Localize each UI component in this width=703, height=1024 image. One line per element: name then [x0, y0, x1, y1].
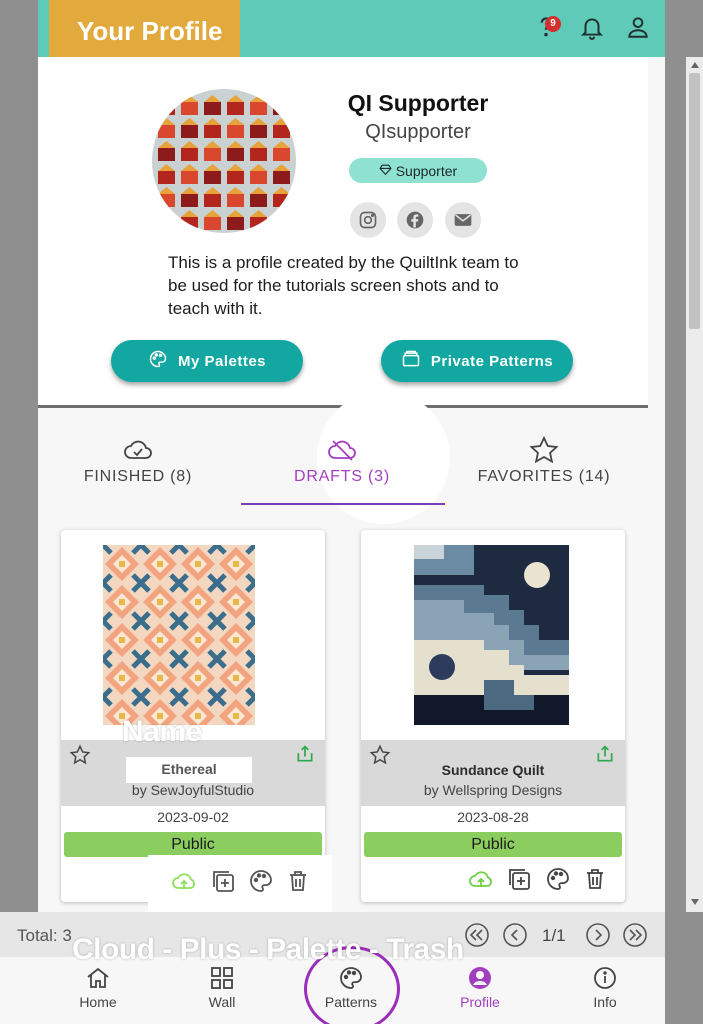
grid-icon: [177, 965, 267, 991]
nav-profile[interactable]: Profile: [435, 965, 525, 1010]
folder-icon: [401, 349, 421, 373]
profile-bio: This is a profile created by the QuiltIn…: [168, 253, 519, 318]
diamond-icon: [379, 163, 396, 179]
pattern-actions: [468, 866, 618, 896]
pattern-thumbnail[interactable]: [103, 545, 255, 725]
pattern-name: Sundance Quilt: [441, 762, 545, 778]
tab-drafts-label: DRAFTS (3): [294, 468, 390, 485]
duplicate-plus-icon[interactable]: [210, 868, 238, 896]
palette-icon: [148, 349, 168, 373]
facebook-icon[interactable]: [397, 202, 433, 238]
star-icon: [529, 435, 559, 464]
palette-icon[interactable]: [545, 866, 573, 894]
notification-badge: 9: [545, 16, 561, 32]
page-indicator: 1/1: [542, 926, 566, 945]
active-tab-indicator: [241, 503, 445, 505]
my-palettes-label: My Palettes: [177, 352, 267, 370]
trash-icon[interactable]: [582, 866, 610, 894]
scrollbar[interactable]: [686, 57, 703, 912]
supporter-badge: Supporter: [349, 158, 487, 183]
instagram-icon[interactable]: [350, 202, 386, 238]
total-count: Total: 3: [17, 926, 72, 945]
avatar: [152, 89, 296, 233]
cloud-off-icon: [327, 436, 357, 464]
actions-highlight: [148, 855, 332, 914]
my-palettes-button[interactable]: My Palettes: [111, 340, 303, 382]
visibility-badge: Public: [364, 832, 622, 857]
supporter-label: Supporter: [395, 162, 458, 179]
nav-profile-label: Profile: [460, 994, 500, 1010]
cloud-upload-icon[interactable]: [468, 866, 496, 894]
display-name: QI Supporter: [347, 90, 489, 116]
nav-home-label: Home: [79, 994, 117, 1010]
home-icon: [53, 965, 143, 991]
username: QIsupporter: [365, 121, 471, 143]
pattern-date: 2023-09-02: [157, 809, 229, 825]
page-title: Your Profile: [49, 0, 240, 62]
scroll-up-icon[interactable]: [691, 62, 699, 68]
palette-icon[interactable]: [248, 868, 276, 896]
scrollbar-thumb[interactable]: [689, 73, 700, 329]
account-circle-icon: [435, 965, 525, 991]
email-icon[interactable]: [445, 202, 481, 238]
pattern-name: Ethereal: [161, 761, 217, 777]
cloud-upload-icon[interactable]: [171, 868, 199, 896]
pattern-author: by Wellspring Designs: [423, 782, 563, 798]
pattern-tabs: FINISHED (8) DRAFTS (3) FAVORITES (14): [38, 408, 648, 508]
info-icon: [560, 965, 650, 991]
bell-icon[interactable]: [579, 14, 607, 42]
scroll-down-icon[interactable]: [691, 899, 699, 905]
annotation-actions: Cloud - Plus - Palette - Trash: [72, 933, 464, 966]
tab-finished[interactable]: FINISHED (8): [38, 436, 238, 486]
nav-wall[interactable]: Wall: [177, 965, 267, 1010]
top-app-bar: Your Profile 9: [38, 0, 665, 62]
duplicate-plus-icon[interactable]: [506, 866, 534, 894]
nav-info-label: Info: [593, 994, 617, 1010]
pattern-author: by SewJoyfulStudio: [131, 782, 255, 798]
tab-finished-label: FINISHED (8): [83, 468, 193, 485]
pattern-date: 2023-08-28: [457, 809, 529, 825]
user-icon[interactable]: [625, 14, 653, 42]
share-icon[interactable]: [295, 744, 315, 764]
last-page-icon[interactable]: [622, 922, 648, 948]
pattern-card[interactable]: Sundance Quilt by Wellspring Designs 202…: [361, 530, 625, 902]
profile-card: QI Supporter QIsupporter Supporter This …: [38, 57, 648, 405]
next-page-icon[interactable]: [585, 922, 611, 948]
trash-icon[interactable]: [285, 868, 313, 896]
tab-favorites[interactable]: FAVORITES (14): [444, 435, 644, 486]
nav-home[interactable]: Home: [53, 965, 143, 1010]
visibility-badge: Public: [64, 832, 322, 857]
name-highlight: Ethereal: [126, 757, 252, 783]
first-page-icon[interactable]: [464, 922, 490, 948]
app-window: Your Profile 9 QI Supporter QIsupporter …: [38, 0, 703, 1024]
annotation-name: Name: [122, 715, 202, 748]
share-icon[interactable]: [595, 744, 615, 764]
private-patterns-button[interactable]: Private Patterns: [381, 340, 573, 382]
nav-info[interactable]: Info: [560, 965, 650, 1010]
pattern-info: Sundance Quilt by Wellspring Designs: [361, 740, 625, 806]
nav-wall-label: Wall: [208, 994, 236, 1010]
pattern-thumbnail[interactable]: [414, 545, 569, 725]
cloud-check-icon: [123, 436, 153, 464]
private-patterns-label: Private Patterns: [430, 352, 554, 370]
tab-favorites-label: FAVORITES (14): [477, 468, 611, 485]
prev-page-icon[interactable]: [502, 922, 528, 948]
tab-drafts[interactable]: DRAFTS (3): [242, 436, 442, 486]
